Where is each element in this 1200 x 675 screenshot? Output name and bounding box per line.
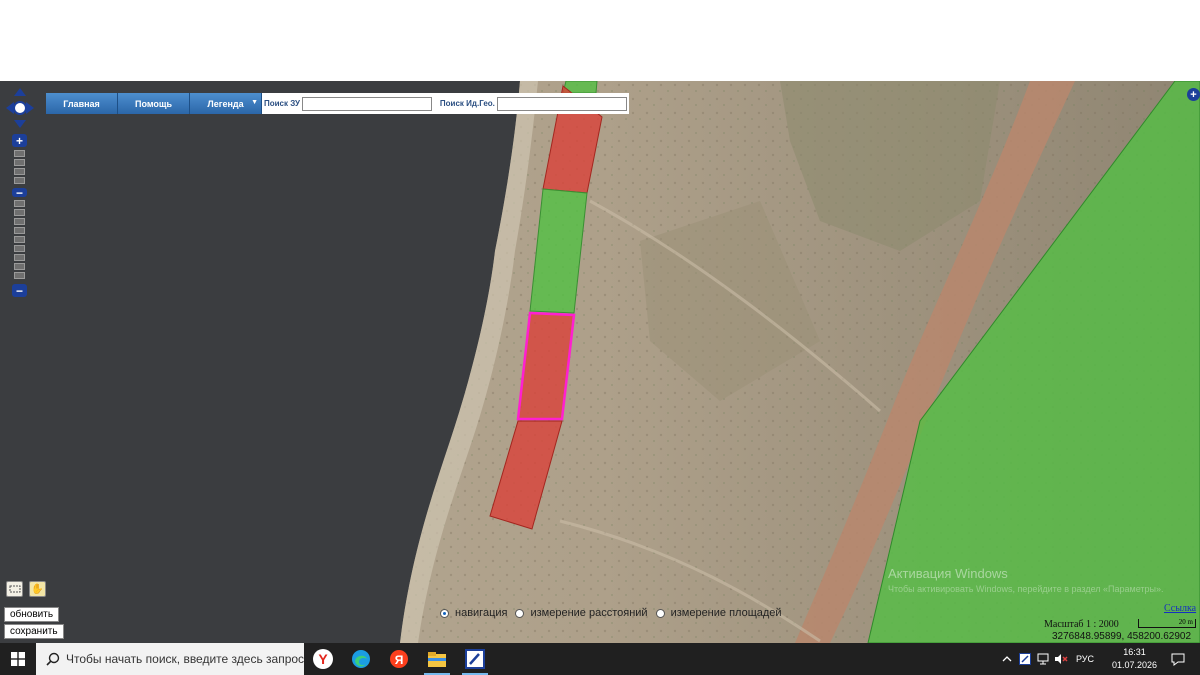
zoom-step[interactable] [14, 227, 25, 234]
hand-icon[interactable]: ✋ [29, 581, 46, 597]
radio-navigation[interactable] [440, 608, 449, 618]
activation-watermark-title: Активация Windows [888, 566, 1008, 581]
clock-date: 01.07.2026 [1111, 660, 1157, 670]
zoom-step[interactable] [14, 209, 25, 216]
refresh-button[interactable]: обновить [4, 607, 60, 622]
search-geo-label: Поиск Ид.Гео. [439, 99, 495, 108]
svg-text:Я: Я [395, 653, 404, 667]
save-button[interactable]: сохранить [4, 624, 64, 639]
edge-icon[interactable] [342, 643, 380, 675]
help-button[interactable]: Помощь [118, 93, 190, 114]
link[interactable]: Ссылка [1164, 603, 1196, 614]
scale-bar: 20 m [1138, 619, 1196, 628]
mode-selector: навигация измерение расстояний измерение… [440, 607, 790, 619]
map-toolbar: Главная Помощь Легенда ▼ Поиск ЗУ Поиск … [46, 93, 629, 114]
search-zu: Поиск ЗУ [262, 93, 434, 114]
plus-icon[interactable]: + [1187, 88, 1200, 101]
activation-watermark-subtitle: Чтобы активировать Windows, перейдите в … [888, 584, 1164, 594]
clock-time: 16:31 [1123, 647, 1146, 657]
zoom-step[interactable] [14, 150, 25, 157]
map-imagery[interactable] [0, 81, 1200, 643]
plus-icon[interactable]: + [12, 134, 27, 147]
pan-arrows-icon[interactable] [6, 88, 34, 128]
taskbar-search-placeholder: Чтобы начать поиск, введите здесь запрос [66, 652, 304, 666]
zoom-handle[interactable]: − [12, 187, 27, 199]
network-icon[interactable] [1035, 643, 1051, 675]
mode-area[interactable]: измерение площадей [655, 607, 782, 619]
zoom-step[interactable] [14, 168, 25, 175]
chevron-up-icon[interactable] [999, 643, 1015, 675]
zoom-step[interactable] [14, 159, 25, 166]
app-tray-icon[interactable] [1017, 643, 1033, 675]
taskbar: Чтобы начать поиск, введите здесь запрос… [0, 643, 1200, 675]
search-zu-input[interactable] [301, 96, 432, 111]
zoom-step[interactable] [14, 200, 25, 207]
coordinates-readout: 3276848.95899, 458200.62902 [1052, 631, 1192, 642]
zoom-step[interactable] [14, 245, 25, 252]
mode-area-label: измерение площадей [670, 607, 782, 619]
zoom-step[interactable] [14, 236, 25, 243]
windows-icon[interactable] [0, 643, 36, 675]
mode-navigation-label: навигация [455, 607, 508, 619]
language-indicator[interactable]: РУС [1071, 643, 1099, 675]
file-explorer-icon[interactable] [418, 643, 456, 675]
scale-text: Масштаб 1 : 2000 [1044, 619, 1119, 630]
zoom-step[interactable] [14, 272, 25, 279]
search-geo: Поиск Ид.Гео. [433, 93, 629, 114]
legend-label: Легенда [207, 98, 244, 109]
zoom-slider[interactable]: + − − [12, 134, 28, 298]
magnifier-icon [46, 652, 60, 666]
app-icon[interactable] [456, 643, 494, 675]
mode-distance-label: измерение расстояний [530, 607, 648, 619]
select-tool-icon[interactable] [6, 581, 23, 597]
zoom-step[interactable] [14, 254, 25, 261]
volume-muted-icon[interactable] [1053, 643, 1069, 675]
yandex-icon[interactable]: Я [380, 643, 418, 675]
yandex-browser-icon[interactable]: Y [304, 643, 342, 675]
mode-navigation[interactable]: навигация [440, 607, 507, 619]
minus-icon[interactable]: − [12, 284, 27, 297]
chevron-down-icon: ▼ [251, 99, 258, 106]
radio-area[interactable] [655, 608, 665, 618]
zoom-step[interactable] [14, 263, 25, 270]
system-tray: РУС 16:31 01.07.2026 [998, 643, 1200, 675]
legend-button[interactable]: Легенда ▼ [190, 93, 262, 114]
clock[interactable]: 16:31 01.07.2026 [1112, 646, 1157, 672]
taskbar-search[interactable]: Чтобы начать поиск, введите здесь запрос [36, 643, 304, 675]
main-button[interactable]: Главная [46, 93, 118, 114]
search-zu-label: Поиск ЗУ [264, 99, 300, 108]
radio-distance[interactable] [515, 608, 525, 618]
search-geo-input[interactable] [496, 96, 627, 111]
notifications-icon[interactable] [1170, 643, 1186, 675]
blank-header-area [0, 0, 1200, 81]
map-canvas[interactable] [0, 81, 1200, 643]
zoom-step[interactable] [14, 218, 25, 225]
zoom-step[interactable] [14, 177, 25, 184]
mode-distance[interactable]: измерение расстояний [515, 607, 648, 619]
svg-text:Y: Y [318, 651, 328, 667]
